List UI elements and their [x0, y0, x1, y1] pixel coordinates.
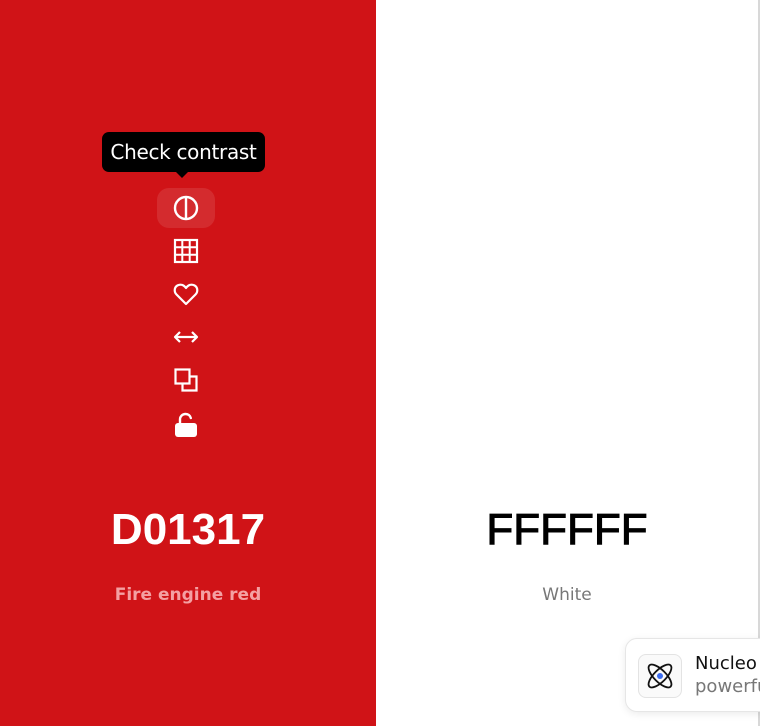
- copy-icon: [174, 368, 198, 392]
- color-name-left: Fire engine red: [114, 585, 262, 605]
- promo-card[interactable]: Nucleo powerfu: [625, 638, 760, 712]
- arrows-horizontal-icon: [173, 331, 199, 343]
- unlock-icon: [175, 412, 197, 437]
- grid-icon: [173, 238, 199, 264]
- color-panel-right[interactable]: [376, 0, 758, 726]
- promo-subtitle: powerfu: [695, 676, 760, 697]
- check-contrast-tooltip: Check contrast: [102, 132, 265, 178]
- atom-icon: [647, 663, 673, 689]
- copy-button[interactable]: [157, 360, 215, 400]
- contrast-button[interactable]: [157, 188, 215, 228]
- promo-logo: [638, 654, 682, 698]
- lock-button[interactable]: [157, 405, 215, 445]
- hex-value-left[interactable]: D01317: [0, 500, 376, 560]
- favorite-button[interactable]: [157, 274, 215, 314]
- contrast-icon: [173, 195, 199, 221]
- grid-button[interactable]: [157, 231, 215, 271]
- color-name-right: White: [542, 585, 592, 605]
- heart-icon: [173, 283, 199, 306]
- hex-value-right[interactable]: FFFFFF: [376, 500, 758, 560]
- promo-title: Nucleo: [695, 653, 757, 674]
- swap-button[interactable]: [157, 317, 215, 357]
